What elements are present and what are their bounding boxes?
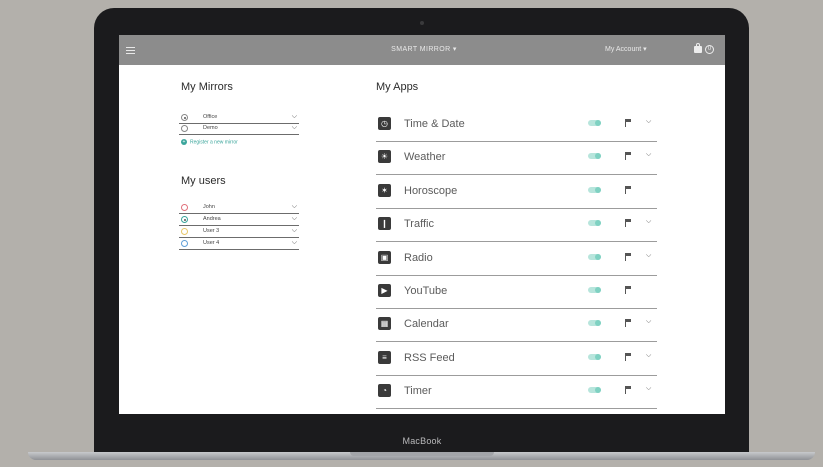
flag-icon[interactable]	[625, 185, 631, 194]
mirror-radio[interactable]	[181, 125, 188, 132]
plus-icon: +	[181, 139, 187, 145]
mirror-select-row[interactable]: Office ⌵	[179, 113, 299, 124]
app-row: ≡ RSS Feed ⌵	[376, 342, 657, 376]
user-label: User 3	[203, 228, 220, 234]
star-icon: ✶	[378, 183, 391, 197]
user-select-row[interactable]: User 4 ⌵	[179, 239, 299, 250]
app-row: ◷ Time & Date ⌵	[376, 108, 657, 142]
brand-dropdown[interactable]: SMART MIRROR ▾	[364, 45, 484, 53]
app-toggle[interactable]	[588, 387, 601, 394]
laptop-notch	[350, 452, 494, 456]
apps-title: My Apps	[376, 81, 419, 93]
app-toggle[interactable]	[588, 287, 601, 293]
chevron-down-icon[interactable]: ⌵	[292, 113, 297, 121]
register-mirror-link[interactable]: + Register a new mirror	[181, 139, 238, 145]
app-toggle[interactable]	[588, 220, 601, 227]
app-name: YouTube	[404, 285, 448, 297]
account-dropdown[interactable]: My Account ▾	[605, 45, 647, 53]
user-label: Andrea	[203, 216, 221, 222]
chevron-down-icon[interactable]: ⌵	[292, 124, 297, 132]
app-row: ◔ Timer ⌵	[376, 375, 657, 410]
device-label: MacBook	[402, 436, 442, 446]
chevron-down-icon[interactable]: ⌵	[292, 215, 297, 223]
app-toggle[interactable]	[588, 253, 601, 260]
traffic-light-icon: ❙	[378, 217, 391, 231]
flag-icon[interactable]	[625, 219, 631, 228]
flag-icon[interactable]	[625, 386, 631, 395]
app-toggle[interactable]	[588, 153, 601, 160]
mirror-select-row[interactable]: Demo ⌵	[179, 124, 299, 135]
top-bar: SMART MIRROR ▾ My Account ▾ 0	[119, 35, 725, 65]
app-row: ▶ YouTube	[376, 275, 657, 309]
cart-count-badge[interactable]: 0	[705, 45, 714, 54]
app-name: Timer	[404, 385, 432, 398]
mirrors-title: My Mirrors	[181, 81, 233, 93]
flag-icon[interactable]	[625, 352, 631, 361]
mirror-label: Demo	[203, 125, 218, 131]
video-icon: ▶	[378, 284, 391, 297]
shopping-bag-icon[interactable]	[694, 43, 702, 53]
app-name: Weather	[404, 151, 446, 164]
app-toggle[interactable]	[588, 320, 601, 327]
user-radio[interactable]	[181, 240, 188, 247]
chevron-down-icon[interactable]: ⌵	[646, 318, 651, 326]
menu-icon[interactable]	[126, 47, 135, 54]
chevron-down-icon[interactable]: ⌵	[646, 385, 651, 393]
app-toggle[interactable]	[588, 186, 601, 193]
mirror-label: Office	[203, 114, 218, 120]
app-name: Time & Date	[404, 118, 465, 130]
app-name: Calendar	[404, 318, 449, 331]
camera-icon	[420, 21, 424, 25]
calendar-icon: ▦	[378, 317, 391, 331]
user-label: User 4	[203, 240, 220, 246]
user-radio[interactable]	[181, 228, 188, 235]
users-title: My users	[181, 175, 226, 187]
radio-icon: ▣	[378, 250, 391, 264]
user-label: John	[203, 204, 215, 210]
chevron-down-icon[interactable]: ⌵	[646, 118, 651, 126]
chevron-down-icon[interactable]: ⌵	[646, 218, 651, 226]
register-mirror-label: Register a new mirror	[190, 139, 238, 146]
flag-icon[interactable]	[625, 286, 631, 294]
chevron-down-icon[interactable]: ⌵	[292, 227, 297, 235]
app-name: RSS Feed	[404, 351, 455, 364]
app-toggle[interactable]	[588, 120, 601, 126]
rss-icon: ≡	[378, 350, 391, 364]
user-select-row[interactable]: Andrea ⌵	[179, 215, 299, 226]
app-row: ▦ Calendar ⌵	[376, 308, 657, 343]
flag-icon[interactable]	[625, 252, 631, 261]
flag-icon[interactable]	[625, 152, 631, 161]
timer-icon: ◔	[378, 384, 391, 398]
user-radio[interactable]	[181, 204, 188, 211]
app-screen: SMART MIRROR ▾ My Account ▾ 0 My Mirrors…	[119, 35, 725, 414]
user-radio[interactable]	[181, 216, 188, 223]
app-row: ▣ Radio ⌵	[376, 242, 657, 276]
flag-icon[interactable]	[625, 119, 631, 127]
chevron-down-icon[interactable]: ⌵	[646, 252, 651, 260]
chevron-down-icon[interactable]: ⌵	[646, 352, 651, 360]
app-row: ☀ Weather ⌵	[376, 141, 657, 176]
app-toggle[interactable]	[588, 353, 601, 360]
app-name: Radio	[404, 251, 433, 264]
mirror-radio[interactable]	[181, 114, 188, 121]
app-name: Traffic	[404, 218, 434, 231]
chevron-down-icon[interactable]: ⌵	[646, 151, 651, 159]
app-row: ❙ Traffic ⌵	[376, 208, 657, 243]
app-name: Horoscope	[404, 184, 458, 197]
chevron-down-icon[interactable]: ⌵	[292, 203, 297, 211]
user-select-row[interactable]: John ⌵	[179, 203, 299, 214]
sun-icon: ☀	[378, 150, 391, 164]
clock-icon: ◷	[378, 117, 391, 130]
flag-icon[interactable]	[625, 319, 631, 328]
chevron-down-icon[interactable]: ⌵	[292, 239, 297, 247]
app-row: ✶ Horoscope	[376, 175, 657, 209]
user-select-row[interactable]: User 3 ⌵	[179, 227, 299, 238]
